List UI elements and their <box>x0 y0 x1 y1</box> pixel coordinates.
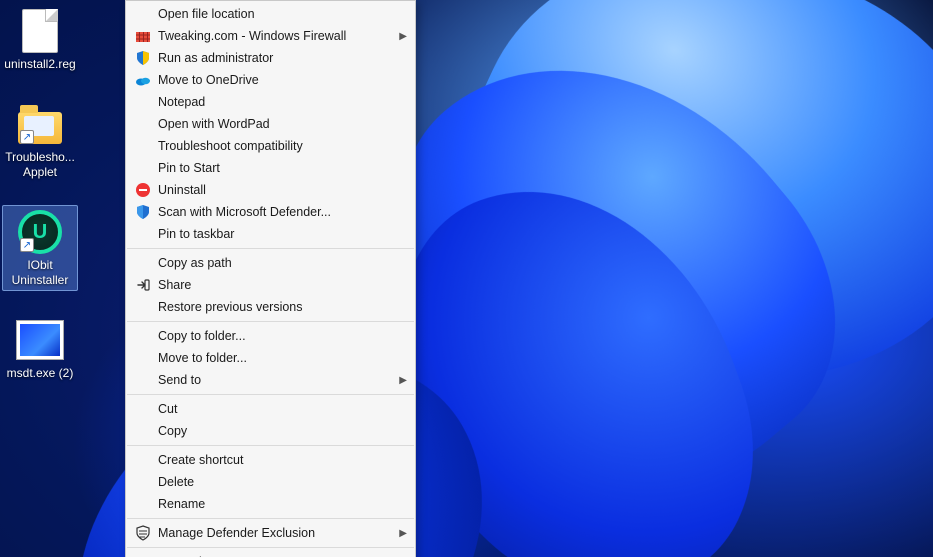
share-icon <box>132 276 154 294</box>
ctx-item-label: Pin to taskbar <box>154 227 407 241</box>
ctx-item-pin-to-taskbar[interactable]: Pin to taskbar <box>126 223 415 245</box>
desktop-icon-msdt-exe[interactable]: msdt.exe (2) <box>2 313 78 384</box>
folder-icon: ↗ <box>16 100 64 148</box>
ctx-item-copy-as-path[interactable]: Copy as path <box>126 252 415 274</box>
desktop-icon-label: Troublesho... Applet <box>3 150 77 180</box>
ctx-item-label: Send to <box>154 373 393 387</box>
ctx-item-cut[interactable]: Cut <box>126 398 415 420</box>
ctx-icon-blank <box>132 349 154 367</box>
onedrive-icon <box>132 71 154 89</box>
ctx-item-label: Delete <box>154 475 407 489</box>
chevron-right-icon: ▶ <box>399 31 407 42</box>
ctx-item-properties[interactable]: Properties <box>126 551 415 557</box>
ctx-icon-blank <box>132 225 154 243</box>
ctx-item-label: Open file location <box>154 7 407 21</box>
ctx-item-manage-defender-exclusion[interactable]: Manage Defender Exclusion ▶ <box>126 522 415 544</box>
ctx-item-label: Rename <box>154 497 407 511</box>
chevron-right-icon: ▶ <box>399 375 407 386</box>
ctx-item-open-with-wordpad[interactable]: Open with WordPad <box>126 113 415 135</box>
ctx-item-share[interactable]: Share <box>126 274 415 296</box>
ctx-separator <box>127 445 414 446</box>
ctx-icon-blank <box>132 298 154 316</box>
ctx-icon-blank <box>132 473 154 491</box>
ctx-icon-blank <box>132 137 154 155</box>
ctx-separator <box>127 547 414 548</box>
ctx-item-label: Restore previous versions <box>154 300 407 314</box>
ctx-icon-blank <box>132 159 154 177</box>
ctx-item-rename[interactable]: Rename <box>126 493 415 515</box>
ctx-separator <box>127 518 414 519</box>
shield-admin-icon <box>132 49 154 67</box>
defender-icon <box>132 203 154 221</box>
iobit-icon: U ↗ <box>16 208 64 256</box>
desktop-icon-label: msdt.exe (2) <box>7 366 74 381</box>
desktop-icons-area: uninstall2.reg ↗ Troublesho... Applet U … <box>0 0 120 406</box>
desktop-icon-uninstall2-reg[interactable]: uninstall2.reg <box>2 4 78 75</box>
desktop-icon-iobit-uninstaller[interactable]: U ↗ IObit Uninstaller <box>2 205 78 291</box>
ctx-icon-blank <box>132 371 154 389</box>
ctx-icon-blank <box>132 327 154 345</box>
context-menu: Open file location Tweaking.com - Windows… <box>125 0 416 557</box>
ctx-item-label: Notepad <box>154 95 407 109</box>
ctx-item-label: Move to OneDrive <box>154 73 407 87</box>
defender-exclusion-icon <box>132 524 154 542</box>
ctx-item-troubleshoot-compat[interactable]: Troubleshoot compatibility <box>126 135 415 157</box>
shortcut-overlay-icon: ↗ <box>20 238 34 252</box>
ctx-item-label: Open with WordPad <box>154 117 407 131</box>
ctx-item-copy[interactable]: Copy <box>126 420 415 442</box>
image-file-icon <box>16 316 64 364</box>
ctx-item-uninstall[interactable]: Uninstall <box>126 179 415 201</box>
ctx-item-label: Scan with Microsoft Defender... <box>154 205 407 219</box>
ctx-item-label: Cut <box>154 402 407 416</box>
ctx-icon-blank <box>132 115 154 133</box>
ctx-item-move-to-onedrive[interactable]: Move to OneDrive <box>126 69 415 91</box>
ctx-item-pin-to-start[interactable]: Pin to Start <box>126 157 415 179</box>
ctx-item-delete[interactable]: Delete <box>126 471 415 493</box>
ctx-icon-blank <box>132 5 154 23</box>
ctx-icon-blank <box>132 254 154 272</box>
ctx-separator <box>127 321 414 322</box>
reg-file-icon <box>16 7 64 55</box>
ctx-item-create-shortcut[interactable]: Create shortcut <box>126 449 415 471</box>
ctx-item-tweaking-firewall[interactable]: Tweaking.com - Windows Firewall ▶ <box>126 25 415 47</box>
shortcut-overlay-icon: ↗ <box>20 130 34 144</box>
ctx-separator <box>127 248 414 249</box>
ctx-item-open-file-location[interactable]: Open file location <box>126 3 415 25</box>
ctx-item-label: Move to folder... <box>154 351 407 365</box>
ctx-item-label: Copy to folder... <box>154 329 407 343</box>
firewall-icon <box>132 27 154 45</box>
ctx-item-label: Manage Defender Exclusion <box>154 526 393 540</box>
ctx-icon-blank <box>132 400 154 418</box>
desktop-icon-label: uninstall2.reg <box>4 57 75 72</box>
ctx-icon-blank <box>132 495 154 513</box>
ctx-item-label: Create shortcut <box>154 453 407 467</box>
ctx-item-scan-defender[interactable]: Scan with Microsoft Defender... <box>126 201 415 223</box>
chevron-right-icon: ▶ <box>399 528 407 539</box>
desktop-icon-troubleshoot-applet[interactable]: ↗ Troublesho... Applet <box>2 97 78 183</box>
ctx-item-label: Tweaking.com - Windows Firewall <box>154 29 393 43</box>
ctx-item-label: Troubleshoot compatibility <box>154 139 407 153</box>
ctx-item-move-to-folder[interactable]: Move to folder... <box>126 347 415 369</box>
ctx-item-copy-to-folder[interactable]: Copy to folder... <box>126 325 415 347</box>
ctx-icon-blank <box>132 553 154 557</box>
ctx-item-restore-prev[interactable]: Restore previous versions <box>126 296 415 318</box>
ctx-item-send-to[interactable]: Send to ▶ <box>126 369 415 391</box>
desktop-icon-label: IObit Uninstaller <box>3 258 77 288</box>
ctx-item-label: Uninstall <box>154 183 407 197</box>
ctx-item-run-as-admin[interactable]: Run as administrator <box>126 47 415 69</box>
uninstall-icon <box>132 181 154 199</box>
ctx-icon-blank <box>132 451 154 469</box>
ctx-separator <box>127 394 414 395</box>
ctx-item-label: Share <box>154 278 407 292</box>
ctx-item-label: Copy as path <box>154 256 407 270</box>
ctx-icon-blank <box>132 93 154 111</box>
ctx-item-notepad[interactable]: Notepad <box>126 91 415 113</box>
ctx-icon-blank <box>132 422 154 440</box>
ctx-item-label: Pin to Start <box>154 161 407 175</box>
ctx-item-label: Run as administrator <box>154 51 407 65</box>
ctx-item-label: Copy <box>154 424 407 438</box>
